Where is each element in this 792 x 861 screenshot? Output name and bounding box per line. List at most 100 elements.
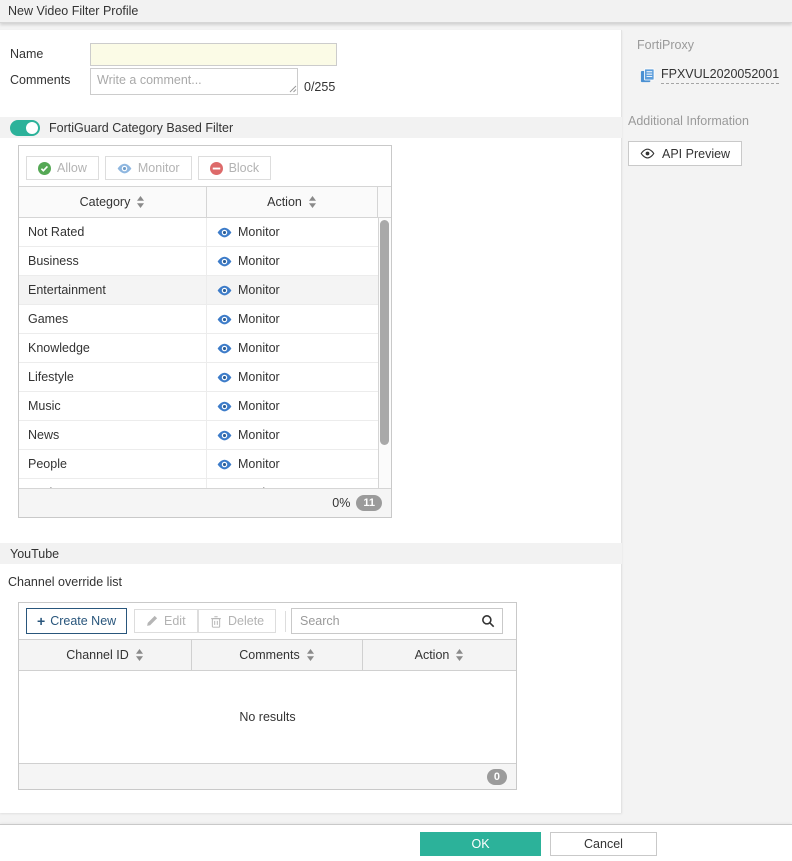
edit-button[interactable]: Edit <box>134 609 198 633</box>
category-cell: Games <box>19 305 207 333</box>
video-filter-profile-page: New Video Filter Profile Name Comments 0… <box>0 0 792 861</box>
category-cell: Not Rated <box>19 218 207 246</box>
cancel-button[interactable]: Cancel <box>550 832 657 856</box>
textarea-resize-handle-icon[interactable] <box>288 84 297 93</box>
category-cell: Lifestyle <box>19 363 207 391</box>
table-scrollbar[interactable] <box>378 218 391 490</box>
toggle-knob-icon <box>26 122 38 134</box>
sort-icon <box>136 196 145 208</box>
no-results-text: No results <box>239 710 295 724</box>
category-cell: People <box>19 450 207 478</box>
additional-info-label: Additional Information <box>628 114 792 128</box>
action-cell: Monitor <box>238 428 280 442</box>
action-column-label: Action <box>415 648 450 662</box>
row-count-badge: 11 <box>356 495 382 511</box>
table-row[interactable]: Lifestyle Monitor <box>19 363 378 392</box>
eye-icon <box>217 372 232 383</box>
comments-char-counter: 0/255 <box>304 80 335 94</box>
eye-icon <box>217 401 232 412</box>
search-box <box>291 608 503 634</box>
row-count-badge: 0 <box>487 769 507 785</box>
channel-override-list-label: Channel override list <box>8 575 122 589</box>
action-cell: Monitor <box>238 399 280 413</box>
action-cell: Monitor <box>238 283 280 297</box>
table-row[interactable]: Business Monitor <box>19 247 378 276</box>
allow-button-label: Allow <box>57 161 87 175</box>
toolbar-divider <box>285 611 286 632</box>
youtube-section-label: YouTube <box>10 547 59 561</box>
table-row[interactable]: GamesMonitor <box>19 305 378 334</box>
table-row[interactable]: Entertainment Monitor <box>19 276 378 305</box>
eye-icon <box>217 285 232 296</box>
pencil-icon <box>146 615 158 627</box>
device-entry[interactable]: FPXVUL2020052001 <box>640 67 792 84</box>
monitor-button-label: Monitor <box>138 161 180 175</box>
blocked-percent: 0% <box>332 496 350 510</box>
column-header-channel-id[interactable]: Channel ID <box>19 640 192 670</box>
delete-label: Delete <box>228 614 264 628</box>
name-input[interactable] <box>90 43 337 66</box>
device-name[interactable]: FPXVUL2020052001 <box>661 67 779 84</box>
column-header-action[interactable]: Action <box>363 640 516 670</box>
scrollbar-thumb[interactable] <box>380 220 389 445</box>
api-preview-button[interactable]: API Preview <box>628 141 742 166</box>
comments-column-label: Comments <box>239 648 299 662</box>
category-cell: News <box>19 421 207 449</box>
table-row[interactable]: Music Monitor <box>19 392 378 421</box>
channel-override-table: + Create New Edit Delete <box>18 602 517 790</box>
empty-results-area: No results <box>19 671 516 763</box>
action-cell: Monitor <box>238 341 280 355</box>
column-header-action[interactable]: Action <box>207 187 378 217</box>
category-cell: Business <box>19 247 207 275</box>
category-table-footer: 0% 11 <box>19 488 391 517</box>
eye-icon <box>640 148 655 159</box>
search-icon[interactable] <box>477 614 502 628</box>
table-row[interactable]: PeopleMonitor <box>19 450 378 479</box>
table-row[interactable]: Not Rated Monitor <box>19 218 378 247</box>
column-header-category[interactable]: Category <box>19 187 207 217</box>
block-button[interactable]: Block <box>198 156 272 180</box>
eye-icon <box>217 256 232 267</box>
comments-input[interactable] <box>90 68 298 95</box>
action-column-label: Action <box>267 195 302 209</box>
eye-icon <box>217 430 232 441</box>
eye-icon <box>217 343 232 354</box>
table-row[interactable]: Knowledge Monitor <box>19 334 378 363</box>
action-cell: Monitor <box>238 254 280 268</box>
eye-icon <box>117 163 132 174</box>
table-row[interactable]: News Monitor <box>19 421 378 450</box>
edit-label: Edit <box>164 614 186 628</box>
trash-icon <box>210 615 222 628</box>
plus-icon: + <box>37 614 45 628</box>
page-title: New Video Filter Profile <box>0 0 792 23</box>
eye-icon <box>217 314 232 325</box>
allow-button[interactable]: Allow <box>26 156 99 180</box>
document-copy-icon <box>640 68 655 83</box>
eye-icon <box>217 227 232 238</box>
ok-button[interactable]: OK <box>420 832 541 856</box>
eye-icon <box>217 459 232 470</box>
column-header-comments[interactable]: Comments <box>192 640 363 670</box>
monitor-button[interactable]: Monitor <box>105 156 192 180</box>
delete-button[interactable]: Delete <box>198 609 276 633</box>
scrollbar-header-spacer <box>378 187 391 217</box>
category-cell: Music <box>19 392 207 420</box>
category-cell: Knowledge <box>19 334 207 362</box>
category-action-toolbar: Allow Monitor Block <box>26 156 271 180</box>
block-button-label: Block <box>229 161 260 175</box>
fortiguard-section-header: FortiGuard Category Based Filter <box>0 117 622 138</box>
sort-icon <box>135 649 144 661</box>
category-cell: Entertainment <box>19 276 207 304</box>
action-cell: Monitor <box>238 370 280 384</box>
search-input[interactable] <box>292 614 477 628</box>
fortiguard-toggle[interactable] <box>10 120 40 136</box>
action-cell: Monitor <box>238 225 280 239</box>
youtube-section-header: YouTube <box>0 543 622 564</box>
category-table: Allow Monitor Block Category <box>18 145 392 518</box>
comments-label: Comments <box>10 73 70 87</box>
fortiguard-section-label: FortiGuard Category Based Filter <box>49 121 233 135</box>
channel-table-footer: 0 <box>19 763 516 789</box>
category-column-label: Category <box>80 195 131 209</box>
minus-circle-icon <box>210 162 223 175</box>
create-new-button[interactable]: + Create New <box>26 608 127 634</box>
